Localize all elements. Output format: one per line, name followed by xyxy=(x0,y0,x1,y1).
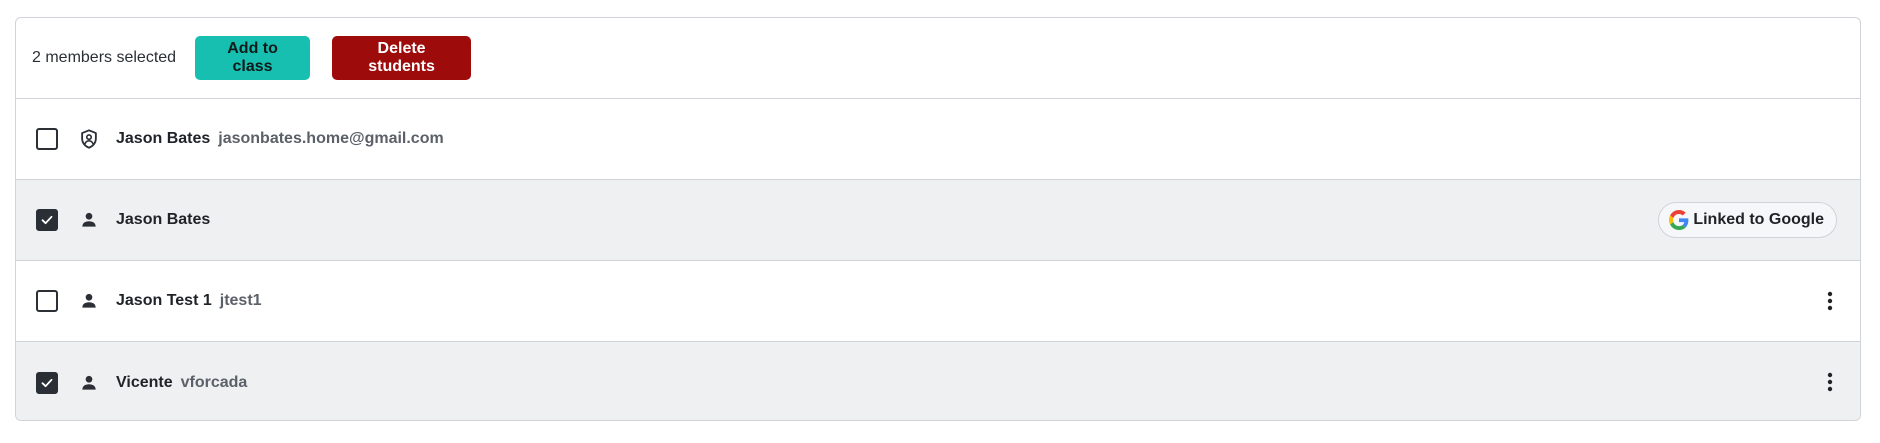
member-checkbox[interactable] xyxy=(36,209,58,231)
member-row[interactable]: Vicente vforcada xyxy=(16,342,1860,420)
member-username: vforcada xyxy=(180,373,248,391)
members-panel: 2 members selected Add to class Delete s… xyxy=(15,17,1861,421)
check-icon xyxy=(41,378,53,387)
google-icon xyxy=(1669,210,1689,230)
linked-to-google-label: Linked to Google xyxy=(1693,211,1824,228)
linked-to-google-badge: Linked to Google xyxy=(1658,202,1837,238)
member-checkbox[interactable] xyxy=(36,128,58,150)
delete-students-button[interactable]: Delete students xyxy=(332,36,472,80)
more-vertical-icon[interactable] xyxy=(1824,289,1836,313)
person-icon xyxy=(77,371,101,395)
check-icon xyxy=(41,215,53,225)
member-row[interactable]: Jason Test 1 jtest1 xyxy=(16,261,1860,342)
member-username: jtest1 xyxy=(219,292,262,309)
member-row[interactable]: Jason Bates Linked to Google xyxy=(16,180,1860,261)
member-email: jasonbates.home@gmail.com xyxy=(218,130,444,147)
person-icon xyxy=(77,208,101,232)
more-vertical-icon[interactable] xyxy=(1824,370,1836,394)
add-to-class-button[interactable]: Add to class xyxy=(195,36,311,80)
member-name: Jason Bates xyxy=(116,211,211,228)
shield-person-icon xyxy=(77,127,101,151)
person-icon xyxy=(77,289,101,313)
member-row[interactable]: Jason Bates jasonbates.home@gmail.com xyxy=(16,99,1860,180)
bulk-actions-toolbar: 2 members selected Add to class Delete s… xyxy=(16,18,1860,99)
member-name: Jason Test 1 xyxy=(116,292,212,309)
member-checkbox[interactable] xyxy=(36,371,58,394)
member-checkbox[interactable] xyxy=(36,290,58,312)
selection-count: 2 members selected xyxy=(32,49,177,66)
member-name: Vicente xyxy=(116,373,173,391)
member-name: Jason Bates xyxy=(116,130,211,147)
